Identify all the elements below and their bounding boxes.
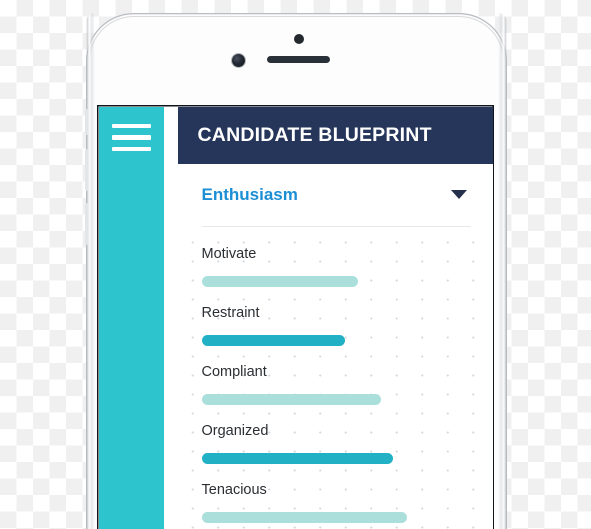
screenshot-canvas: CANDIDATE BLUEPRINT Enthusiasm Motivate bbox=[0, 0, 591, 529]
trait-label: Motivate bbox=[201, 245, 257, 262]
sidebar-nav[interactable] bbox=[98, 106, 164, 529]
chevron-down-icon[interactable] bbox=[450, 190, 467, 199]
volume-down-button[interactable] bbox=[85, 203, 88, 245]
trait-bar bbox=[201, 452, 393, 464]
section-dropdown[interactable]: Enthusiasm bbox=[201, 164, 471, 227]
front-camera-icon bbox=[232, 54, 245, 67]
trait-bar bbox=[201, 334, 345, 346]
section-block: Enthusiasm bbox=[178, 164, 493, 227]
trait-bar bbox=[201, 393, 381, 405]
section-title: Enthusiasm bbox=[201, 184, 298, 204]
table-row: Compliant bbox=[178, 363, 493, 422]
page-title: CANDIDATE BLUEPRINT bbox=[197, 123, 432, 146]
trait-bar bbox=[201, 275, 358, 287]
hamburger-bar-2 bbox=[111, 135, 151, 140]
phone-device-frame: CANDIDATE BLUEPRINT Enthusiasm Motivate bbox=[85, 13, 507, 529]
sidebar-gutter bbox=[163, 106, 178, 529]
hamburger-bar-1 bbox=[111, 123, 151, 128]
table-row: Motivate bbox=[178, 245, 493, 304]
trait-label: Compliant bbox=[201, 363, 267, 380]
app-content: CANDIDATE BLUEPRINT Enthusiasm Motivate bbox=[177, 106, 493, 529]
trait-label: Tenacious bbox=[201, 481, 267, 498]
earpiece-speaker-icon bbox=[267, 56, 330, 63]
table-row: Organized bbox=[178, 422, 493, 481]
trait-label: Restraint bbox=[201, 304, 260, 321]
trait-bar bbox=[201, 511, 407, 523]
proximity-sensor-icon bbox=[294, 34, 304, 44]
hamburger-menu-icon[interactable] bbox=[111, 123, 151, 151]
table-row: Restraint bbox=[178, 304, 493, 363]
table-row: Tenacious bbox=[178, 481, 493, 529]
hamburger-bar-3 bbox=[111, 146, 151, 151]
trait-bar-chart: Motivate Restraint Compliant Organized T… bbox=[177, 226, 493, 529]
app-header: CANDIDATE BLUEPRINT bbox=[177, 106, 493, 164]
mute-switch[interactable] bbox=[85, 109, 88, 135]
phone-screen: CANDIDATE BLUEPRINT Enthusiasm Motivate bbox=[97, 105, 494, 529]
trait-label: Organized bbox=[201, 422, 269, 439]
volume-up-button[interactable] bbox=[85, 149, 88, 191]
